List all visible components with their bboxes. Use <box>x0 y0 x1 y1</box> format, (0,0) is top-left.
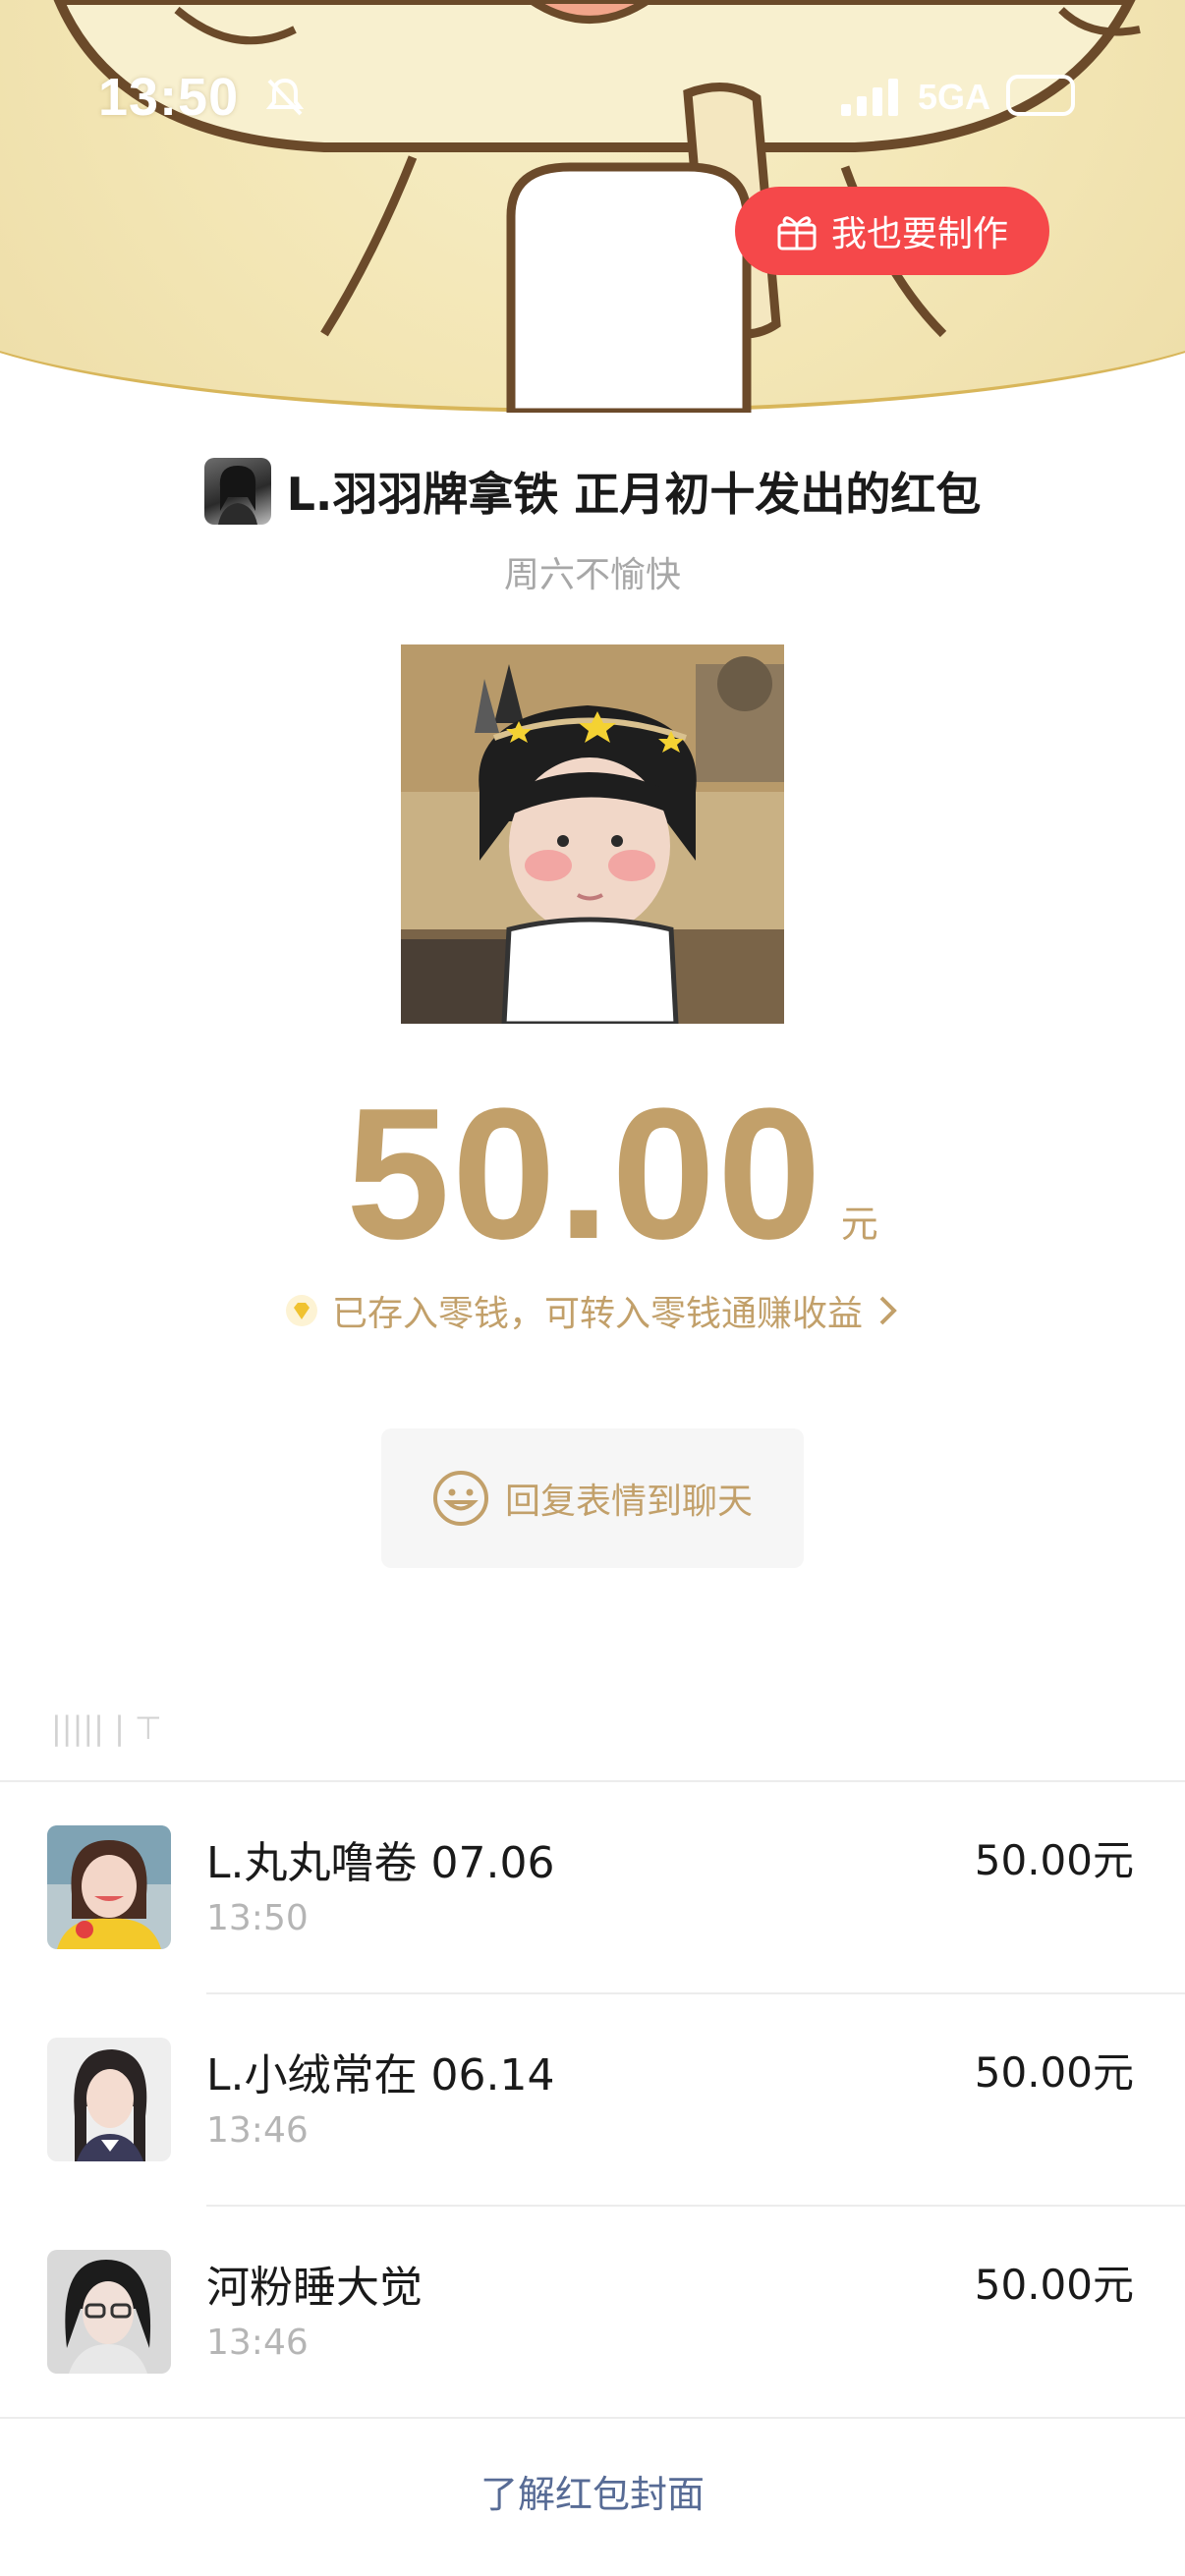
gift-icon <box>777 216 817 251</box>
saved-to-change-text: 已存入零钱，可转入零钱通赚收益 <box>331 1294 863 1334</box>
reply-sticker-button[interactable]: 回复表情到聊天 <box>381 1428 804 1568</box>
received-count-label: ||||| | ⊤ <box>51 1709 162 1747</box>
receiver-name: L.丸丸噜卷 07.06 <box>206 1838 555 1888</box>
learn-cover-link[interactable]: 了解红包封面 <box>0 2464 1185 2518</box>
receiver-avatar[interactable] <box>47 1825 171 1949</box>
receive-time: 13:50 <box>206 1898 309 1938</box>
receiver-avatar[interactable] <box>47 2250 171 2374</box>
list-item[interactable]: L.小绒常在 06.14 13:46 50.00元 <box>0 1994 1185 2207</box>
receive-amount: 50.00元 <box>974 2048 1134 2097</box>
saved-to-change-link[interactable]: 已存入零钱，可转入零钱通赚收益 <box>0 1283 1185 1338</box>
receiver-name: 河粉睡大觉 <box>206 2263 423 2313</box>
sticker-image[interactable] <box>401 644 784 1024</box>
receive-amount: 50.00元 <box>974 2261 1134 2309</box>
battery-icon <box>1006 75 1075 116</box>
amount-unit: 元 <box>840 1203 878 1246</box>
receive-time: 13:46 <box>206 2323 309 2363</box>
chevron-right-icon <box>879 1296 897 1325</box>
sender-avatar[interactable] <box>203 458 271 525</box>
sender-row: L.羽羽牌拿铁 正月初十发出的红包 <box>0 454 1185 529</box>
network-type: 5GA <box>918 77 991 117</box>
sender-avatar-photo <box>217 466 257 525</box>
reply-sticker-label: 回复表情到聊天 <box>504 1482 753 1522</box>
list-item[interactable]: 河粉睡大觉 13:46 50.00元 <box>0 2207 1185 2419</box>
amount-value: 50.00 <box>346 1070 823 1278</box>
list-item[interactable]: L.丸丸噜卷 07.06 13:50 50.00元 <box>0 1782 1185 1994</box>
sender-title: L.羽羽牌拿铁 正月初十发出的红包 <box>286 468 982 521</box>
receive-time: 13:46 <box>206 2110 309 2151</box>
receivers-list: L.丸丸噜卷 07.06 13:50 50.00元 L.小绒常在 06.14 1… <box>0 1782 1185 2419</box>
receiver-name: L.小绒常在 06.14 <box>206 2050 555 2100</box>
make-cover-label: 我也要制作 <box>830 214 1008 254</box>
amount-row: 50.00 元 <box>0 1071 1185 1267</box>
receive-amount: 50.00元 <box>974 1836 1134 1884</box>
receiver-avatar-photo <box>47 1825 171 1949</box>
receiver-avatar-photo <box>47 2250 171 2374</box>
make-cover-button[interactable]: 我也要制作 <box>735 187 1049 275</box>
bell-mute-icon <box>265 78 305 116</box>
greeting-text: 周六不愉快 <box>503 555 681 595</box>
status-time: 13:50 <box>98 68 240 127</box>
smile-icon <box>432 1471 488 1526</box>
receiver-avatar[interactable] <box>47 2038 171 2161</box>
row-divider <box>0 2417 1185 2419</box>
diamond-icon <box>285 1295 317 1326</box>
signal-icon <box>841 79 898 116</box>
red-packet-cover: 13:50 5GA 我也要制作 <box>0 0 1185 413</box>
sticker-illustration <box>401 644 784 1024</box>
receiver-avatar-photo <box>47 2038 171 2161</box>
red-packet-detail-page: 13:50 5GA 我也要制作 L.羽羽牌拿铁 正月初十发出的红包 周六不愉快 … <box>0 0 1185 2576</box>
